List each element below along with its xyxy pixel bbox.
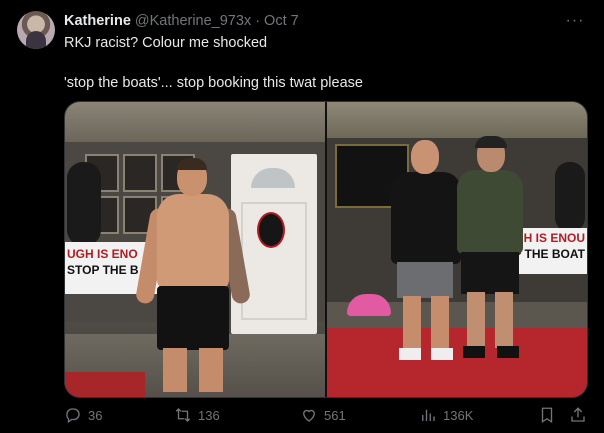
- retweet-icon: [175, 408, 191, 422]
- like-button[interactable]: 561: [300, 404, 346, 426]
- tweet-text-line: RKJ racist? Colour me shocked: [64, 35, 268, 51]
- tweet-text-line: 'stop the boats'... stop booking this tw…: [64, 75, 363, 91]
- ceiling: [327, 102, 587, 138]
- punching-bag: [555, 162, 585, 232]
- photo-left[interactable]: UGH IS ENO STOP THE B: [65, 102, 325, 397]
- share-icon: [571, 407, 585, 422]
- red-mat: [65, 372, 145, 397]
- person-hoodie: [391, 140, 461, 370]
- bookmark-button[interactable]: [538, 404, 556, 426]
- tweet[interactable]: Katherine @Katherine_973x · Oct 7 ··· RK…: [0, 0, 604, 433]
- photo-right[interactable]: UGH IS ENOU P THE BOAT: [327, 102, 587, 397]
- separator-dot: ·: [255, 13, 261, 29]
- tweet-header: Katherine @Katherine_973x · Oct 7: [64, 11, 299, 31]
- reply-icon: [66, 408, 80, 424]
- views-button[interactable]: 136K: [419, 404, 473, 426]
- retweet-button[interactable]: 136: [174, 404, 220, 426]
- reply-count: 36: [88, 407, 103, 423]
- retweet-count: 136: [198, 407, 220, 423]
- heart-icon: [303, 409, 315, 422]
- ceiling: [65, 102, 325, 142]
- person-shirtless: [134, 158, 252, 392]
- speed-bag: [257, 212, 285, 248]
- person-vest: [455, 136, 525, 372]
- author-name[interactable]: Katherine: [64, 13, 131, 29]
- action-bar: 36 136 561 136K: [64, 404, 588, 426]
- views-chart-icon: [422, 409, 435, 421]
- reply-button[interactable]: 36: [64, 404, 102, 426]
- avatar[interactable]: [17, 11, 55, 49]
- author-handle[interactable]: @Katherine_973x: [135, 13, 251, 29]
- like-count: 561: [324, 407, 346, 423]
- media-grid: UGH IS ENO STOP THE B UGH IS ENOU P THE …: [64, 101, 588, 398]
- tweet-date[interactable]: Oct 7: [264, 13, 299, 29]
- tweet-text: RKJ racist? Colour me shocked 'stop the …: [64, 33, 584, 93]
- bookmark-icon: [541, 407, 553, 424]
- more-options-button[interactable]: ···: [564, 12, 586, 30]
- views-count: 136K: [443, 407, 474, 423]
- share-button[interactable]: [569, 404, 587, 426]
- punching-bag: [67, 162, 101, 246]
